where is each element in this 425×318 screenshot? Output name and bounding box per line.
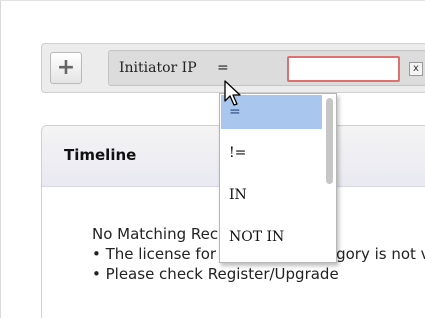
page: + Initiator IP = x Timeline No Matching … (0, 0, 425, 318)
register-message: • Please check Register/Upgrade (92, 265, 339, 283)
panel-title: Timeline (64, 146, 137, 164)
operator-dropdown: = != IN NOT IN (219, 93, 337, 263)
scrollbar-thumb[interactable] (326, 98, 333, 184)
mouse-pointer-icon (224, 80, 241, 106)
dropdown-scrollbar[interactable] (322, 94, 336, 262)
operator-option-in[interactable]: IN (221, 178, 323, 212)
filter-chip: Initiator IP = x (108, 50, 425, 86)
operator-option-not-in[interactable]: NOT IN (221, 220, 323, 254)
operator-option-not-equals[interactable]: != (221, 136, 323, 170)
remove-filter-button[interactable]: x (409, 62, 423, 76)
filter-value-input[interactable] (287, 56, 400, 82)
filter-field-label: Initiator IP (119, 60, 197, 76)
filter-operator-select[interactable]: = (217, 60, 229, 76)
close-icon: x (413, 63, 419, 74)
plus-icon: + (56, 55, 76, 80)
add-filter-button[interactable]: + (50, 52, 82, 84)
